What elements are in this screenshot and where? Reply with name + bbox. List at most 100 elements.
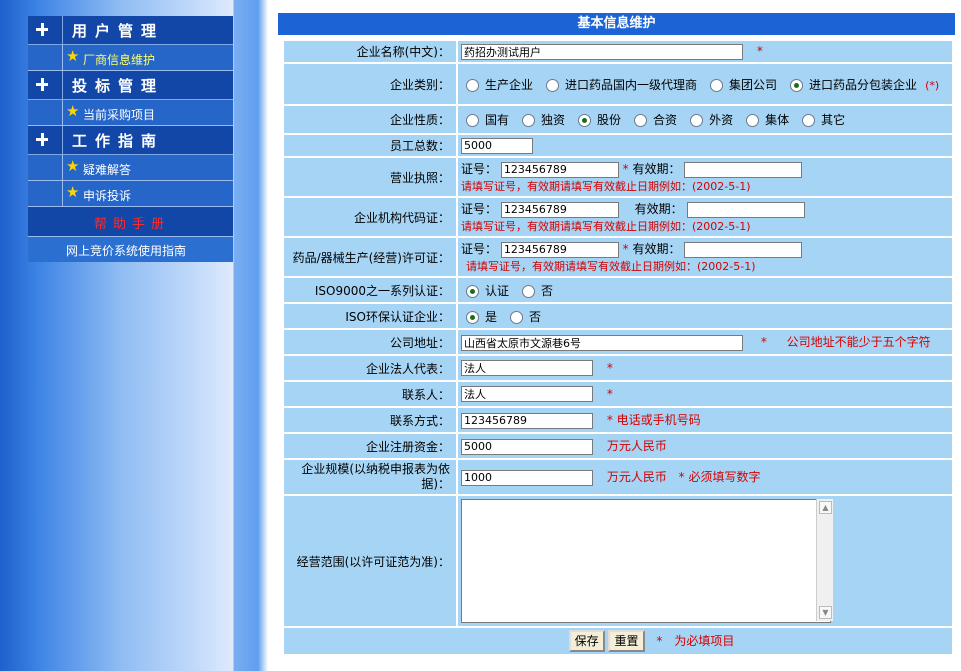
- scope-textarea[interactable]: [461, 499, 831, 623]
- menu-group-title: 投标管理: [72, 77, 165, 95]
- star-icon: ★: [66, 157, 80, 175]
- company-nature-option-label: 股份: [597, 113, 622, 127]
- iso9000-options: 认证 否: [458, 278, 952, 302]
- menu-group-user-management[interactable]: 用户管理: [28, 16, 233, 45]
- menu-item-vendor-info[interactable]: ★ 厂商信息维护: [28, 45, 233, 71]
- iso-env-radio-1[interactable]: [510, 310, 524, 324]
- company-nature-option-label: 外资: [709, 113, 734, 127]
- scale-input[interactable]: [461, 469, 593, 486]
- company-name-input[interactable]: [461, 43, 743, 60]
- iso-env-label: ISO环保认证企业：: [284, 304, 456, 328]
- iso-env-options: 是否: [458, 304, 952, 328]
- company-type-label: 企业类别：: [284, 64, 456, 104]
- company-type-option-label: 集团公司: [729, 77, 778, 92]
- legal-rep-input[interactable]: [461, 360, 593, 376]
- menu-group-title: 用户管理: [72, 22, 165, 40]
- company-nature-option-label: 合资: [653, 113, 678, 127]
- required-note: * 为必填项目: [656, 633, 735, 648]
- legal-rep-label: 企业法人代表：: [284, 356, 456, 380]
- menu-item-faq[interactable]: ★ 疑难解答: [28, 155, 233, 181]
- info-form-table: 企业名称(中文)： * 企业类别： 生产企业 进口药品国内一级代理商 集团公司 进口药…: [282, 39, 954, 656]
- save-button[interactable]: 保存: [568, 630, 605, 652]
- menu-item-complaints[interactable]: ★ 申诉投诉: [28, 181, 233, 207]
- reset-button[interactable]: 重置: [608, 630, 645, 652]
- scope-scrollbar[interactable]: ▲ ▼: [816, 499, 833, 621]
- menu-group-work-guide[interactable]: 工作指南: [28, 126, 233, 155]
- required-mark: *: [622, 242, 629, 257]
- company-nature-radio-1[interactable]: [522, 114, 536, 127]
- capital-unit: 万元人民币: [606, 439, 667, 454]
- address-label: 公司地址：: [284, 330, 456, 354]
- scope-label: 经营范围(以许可证范为准)：: [284, 496, 456, 626]
- iso-env-radio-0[interactable]: [466, 310, 479, 324]
- menu-help-manual[interactable]: 帮助手册: [28, 207, 233, 237]
- company-nature-radio-2[interactable]: [578, 114, 592, 127]
- company-nature-option-label: 其它: [821, 113, 846, 127]
- expiry-label: 有效期：: [632, 242, 681, 257]
- production-license-expiry-input[interactable]: [684, 241, 803, 258]
- company-nature-option-label: 国有: [485, 113, 510, 127]
- contact-method-input[interactable]: [461, 412, 593, 429]
- company-name-label: 企业名称(中文)：: [284, 41, 456, 62]
- license-hint: 请填写证号，有效期请填写有效截止日期例如：(2002-5-1): [461, 179, 751, 193]
- main-form-area: 基本信息维护 企业名称(中文)： * 企业类别： 生产企业 进口药品国内一级代理商…: [278, 13, 955, 656]
- company-type-radio-3[interactable]: [790, 78, 804, 92]
- star-icon: ★: [66, 47, 80, 65]
- company-type-radio-2[interactable]: [710, 78, 724, 92]
- iso9000-radio-1[interactable]: [522, 284, 536, 298]
- system-guide-label: 网上竞价系统使用指南: [66, 244, 187, 258]
- scope-textarea-wrap: ▲ ▼: [461, 499, 833, 623]
- capital-label: 企业注册资金：: [284, 434, 456, 458]
- iso-env-option-label: 是: [485, 309, 498, 324]
- company-nature-radio-0[interactable]: [466, 114, 479, 127]
- required-mark: *: [756, 44, 763, 58]
- company-type-option-label: 进口药品国内一级代理商: [565, 77, 698, 92]
- required-mark: *: [606, 386, 613, 401]
- required-mark: *: [606, 360, 613, 375]
- org-code-number-input[interactable]: [500, 201, 619, 218]
- company-type-options: 生产企业 进口药品国内一级代理商 集团公司 进口药品分包装企业 (*): [458, 64, 952, 104]
- iso9000-radio-0[interactable]: [466, 284, 479, 298]
- scale-hint: * 必须填写数字: [678, 470, 761, 485]
- employees-input[interactable]: [461, 137, 533, 154]
- business-license-label: 营业执照：: [284, 158, 456, 196]
- company-type-radio-0[interactable]: [466, 78, 479, 92]
- menu-group-bidding-management[interactable]: 投标管理: [28, 71, 233, 100]
- star-icon: ★: [66, 102, 80, 120]
- menu-item-label: 疑难解答: [83, 163, 132, 177]
- expand-cross-icon: [28, 126, 63, 154]
- company-nature-radio-5[interactable]: [746, 114, 760, 127]
- scroll-up-icon[interactable]: ▲: [819, 501, 832, 514]
- production-license-number-input[interactable]: [500, 241, 619, 258]
- menu-group-title: 工作指南: [72, 132, 165, 150]
- cert-number-label: 证号：: [461, 242, 498, 257]
- company-nature-radio-6[interactable]: [802, 114, 816, 127]
- production-license-hint: 请填写证号，有效期请填写有效截止日期例如：(2002-5-1): [466, 259, 756, 273]
- scroll-down-icon[interactable]: ▼: [819, 606, 832, 619]
- org-code-expiry-input[interactable]: [686, 201, 805, 218]
- company-type-radio-1[interactable]: [546, 78, 560, 92]
- menu-item-label: 申诉投诉: [83, 189, 132, 203]
- company-type-required-note: (*): [925, 78, 940, 92]
- iso9000-option-label: 否: [541, 283, 554, 298]
- contact-input[interactable]: [461, 386, 593, 402]
- capital-input[interactable]: [461, 438, 593, 455]
- production-license-label: 药品/器械生产(经营)许可证：: [284, 238, 456, 276]
- sidebar-menu: 用户管理 ★ 厂商信息维护 投标管理 ★ 当前采购项目 工作指南 ★ 疑难解答 …: [28, 16, 233, 262]
- company-nature-options: 国有 独资 股份 合资 外资 集体 其它: [458, 106, 952, 133]
- star-icon: ★: [66, 183, 80, 201]
- menu-system-guide-link[interactable]: 网上竞价系统使用指南: [28, 237, 233, 262]
- business-license-number-input[interactable]: [500, 161, 619, 178]
- menu-item-current-projects[interactable]: ★ 当前采购项目: [28, 100, 233, 126]
- form-title: 基本信息维护: [278, 13, 955, 35]
- company-type-option-label: 生产企业: [485, 77, 534, 92]
- company-nature-label: 企业性质：: [284, 106, 456, 133]
- expand-cross-icon: [28, 16, 63, 44]
- business-license-expiry-input[interactable]: [684, 161, 803, 178]
- company-nature-option-label: 独资: [541, 113, 566, 127]
- address-input[interactable]: [461, 334, 743, 351]
- company-nature-radio-3[interactable]: [634, 114, 648, 127]
- company-nature-radio-4[interactable]: [690, 114, 704, 127]
- org-code-label: 企业机构代码证：: [284, 198, 456, 236]
- iso9000-option-label: 认证: [485, 283, 510, 298]
